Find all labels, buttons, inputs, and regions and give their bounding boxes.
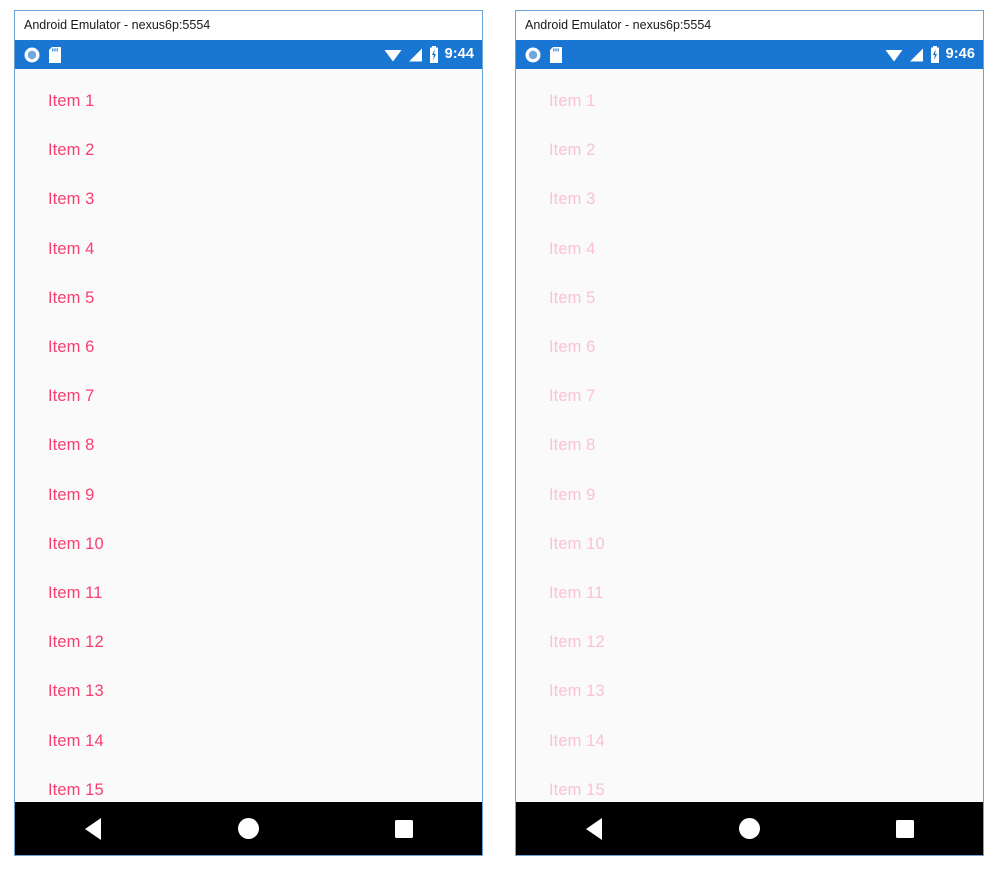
list-item[interactable]: Item 9 (516, 471, 983, 520)
item-list-left[interactable]: Item 1 Item 2 Item 3 Item 4 Item 5 Item 6 Item… (15, 69, 482, 802)
list-item[interactable]: Item 8 (15, 421, 482, 470)
home-button-right[interactable] (704, 802, 794, 855)
list-item[interactable]: Item 6 (15, 323, 482, 372)
android-nav-bar-left (15, 802, 482, 855)
list-item[interactable]: Item 11 (516, 569, 983, 618)
list-item[interactable]: Item 4 (516, 225, 983, 274)
list-item[interactable]: Item 11 (15, 569, 482, 618)
list-item[interactable]: Item 7 (516, 372, 983, 421)
back-button-right[interactable] (549, 802, 639, 855)
app-screen-right: Item 1 Item 2 Item 3 Item 4 Item 5 Item 6 Item… (516, 69, 983, 802)
list-item[interactable]: Item 14 (15, 716, 482, 765)
window-titlebar-left: Android Emulator - nexus6p:5554 (15, 11, 482, 40)
android-status-bar-right: 9:46 (516, 40, 983, 69)
recents-square-icon (395, 819, 414, 838)
window-title-right: Android Emulator - nexus6p:5554 (525, 17, 712, 32)
back-triangle-icon (84, 817, 101, 840)
back-triangle-icon (585, 817, 602, 840)
list-item[interactable]: Item 4 (15, 225, 482, 274)
status-bar-clock-left: 9:44 (444, 46, 474, 63)
home-circle-icon (738, 818, 760, 839)
recents-button-left[interactable] (359, 802, 449, 855)
window-title-left: Android Emulator - nexus6p:5554 (24, 17, 211, 32)
emulator-window-right: Android Emulator - nexus6p:5554 9:46 Ite… (515, 10, 984, 856)
battery-icon (429, 46, 439, 63)
record-icon (24, 47, 40, 63)
list-item[interactable]: Item 14 (516, 716, 983, 765)
list-item[interactable]: Item 12 (516, 618, 983, 667)
list-item[interactable]: Item 1 (516, 77, 983, 126)
status-icons-right-group: 9:44 (384, 46, 474, 63)
list-item[interactable]: Item 5 (15, 274, 482, 323)
list-item[interactable]: Item 10 (15, 520, 482, 569)
list-item[interactable]: Item 8 (516, 421, 983, 470)
home-circle-icon (237, 818, 259, 839)
android-status-bar-left: 9:44 (15, 40, 482, 69)
sd-card-icon (550, 46, 562, 63)
list-item[interactable]: Item 3 (15, 175, 482, 224)
wifi-icon (885, 48, 903, 62)
recents-square-icon (896, 819, 915, 838)
recents-button-right[interactable] (860, 802, 950, 855)
status-icons-left-group (24, 46, 61, 63)
home-button-left[interactable] (203, 802, 293, 855)
signal-icon (408, 48, 423, 62)
emulator-window-left: Android Emulator - nexus6p:5554 9:44 Ite… (14, 10, 483, 856)
list-item[interactable]: Item 15 (516, 766, 983, 802)
status-bar-clock-right: 9:46 (945, 46, 975, 63)
list-item[interactable]: Item 10 (516, 520, 983, 569)
status-icons-right-group: 9:46 (885, 46, 975, 63)
list-item[interactable]: Item 1 (15, 77, 482, 126)
item-list-right[interactable]: Item 1 Item 2 Item 3 Item 4 Item 5 Item 6 Item… (516, 69, 983, 802)
battery-icon (930, 46, 940, 63)
list-item[interactable]: Item 2 (15, 126, 482, 175)
list-item[interactable]: Item 15 (15, 766, 482, 802)
window-titlebar-right: Android Emulator - nexus6p:5554 (516, 11, 983, 40)
sd-card-icon (49, 46, 61, 63)
app-screen-left: Item 1 Item 2 Item 3 Item 4 Item 5 Item 6 Item… (15, 69, 482, 802)
status-icons-left-group (525, 46, 562, 63)
android-nav-bar-right (516, 802, 983, 855)
signal-icon (909, 48, 924, 62)
screenshot-root: Android Emulator - nexus6p:5554 9:44 Ite… (0, 0, 999, 878)
list-item[interactable]: Item 13 (516, 667, 983, 716)
list-item[interactable]: Item 13 (15, 667, 482, 716)
list-item[interactable]: Item 9 (15, 471, 482, 520)
list-item[interactable]: Item 2 (516, 126, 983, 175)
back-button-left[interactable] (48, 802, 138, 855)
list-item[interactable]: Item 12 (15, 618, 482, 667)
list-item[interactable]: Item 6 (516, 323, 983, 372)
list-item[interactable]: Item 7 (15, 372, 482, 421)
list-item[interactable]: Item 5 (516, 274, 983, 323)
list-item[interactable]: Item 3 (516, 175, 983, 224)
wifi-icon (384, 48, 402, 62)
record-icon (525, 47, 541, 63)
